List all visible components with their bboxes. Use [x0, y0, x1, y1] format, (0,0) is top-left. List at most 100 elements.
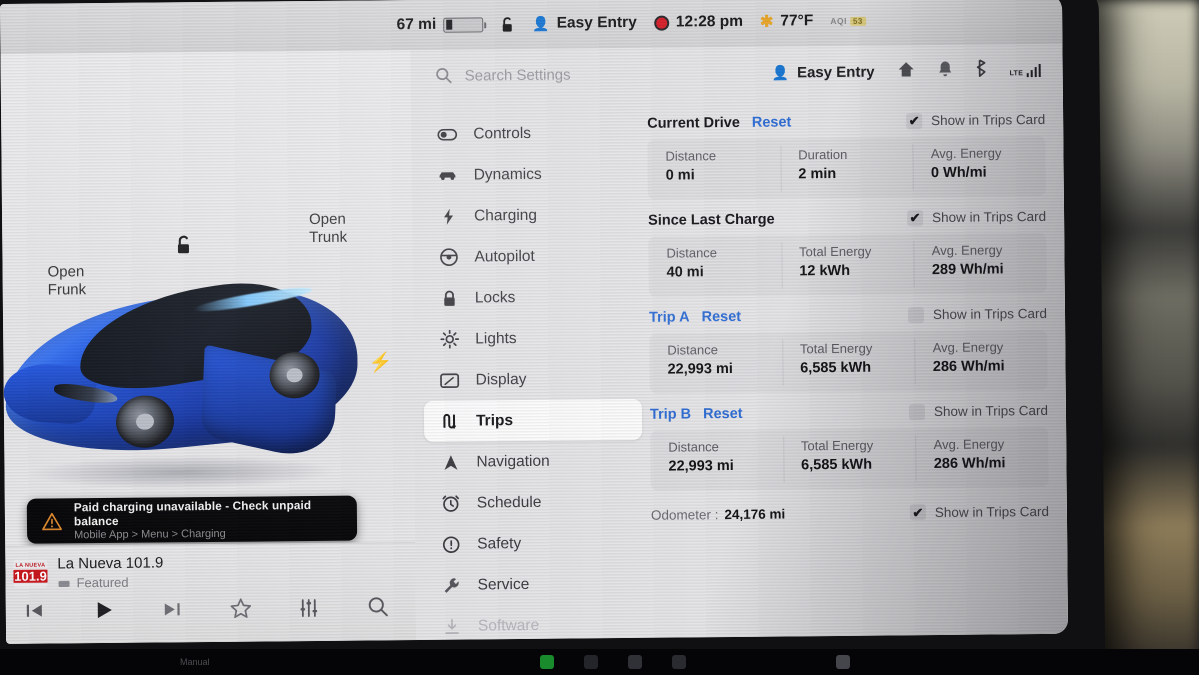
settings-header-icons: 👤 Easy Entry LTE [771, 58, 1041, 85]
next-track-button[interactable] [161, 599, 183, 619]
sidebar-item-navigation[interactable]: Navigation [424, 440, 642, 483]
show-in-trips-card-toggle[interactable]: ✔ Show in Trips Card [909, 503, 1049, 521]
display-icon [440, 372, 460, 388]
driver-profile[interactable]: 👤 Easy Entry [532, 14, 637, 33]
favorite-star-button[interactable] [228, 597, 252, 620]
show-in-trips-card-toggle[interactable]: ✔ Show in Trips Card [906, 111, 1045, 129]
photo-of-tesla-touchscreen: 67 mi 👤 Easy Entry 12:28 pm ✱ 77°F AQI 5… [0, 0, 1199, 675]
sidebar-item-label: Schedule [476, 493, 542, 511]
sidebar-item-label: Locks [474, 288, 516, 306]
sidebar-item-schedule[interactable]: Schedule [425, 481, 643, 524]
search-placeholder: Search Settings [464, 66, 571, 85]
search-media-button[interactable] [366, 595, 390, 618]
os-taskbar-label: Manual [180, 657, 210, 667]
stat-label: Avg. Energy [931, 242, 1003, 259]
settings-sidebar: Controls Dynamics Charging Autopilot Loc… [411, 100, 644, 640]
bolt-icon [438, 207, 458, 225]
show-in-trips-card-toggle[interactable]: ✔ Show in Trips Card [906, 208, 1046, 226]
vehicle-3d-render[interactable] [0, 265, 379, 529]
taskbar-icon-green[interactable] [539, 655, 554, 669]
stat-cell: Avg. Energy 286 Wh/mi [915, 330, 1048, 391]
taskbar-icon-app[interactable] [583, 655, 598, 669]
section-title[interactable]: Trip B [650, 406, 691, 422]
checkbox-unchecked: ✔ [908, 403, 925, 420]
previous-track-button[interactable] [24, 600, 46, 620]
sidebar-item-label: Navigation [476, 452, 550, 470]
sidebar-item-label: Display [475, 370, 527, 388]
aqi-badge[interactable]: AQI 53 [830, 16, 866, 26]
open-trunk-button[interactable]: Open Trunk [309, 211, 347, 248]
tesla-touchscreen: 67 mi 👤 Easy Entry 12:28 pm ✱ 77°F AQI 5… [0, 0, 1069, 644]
stat-value: 40 mi [666, 264, 704, 281]
battery-icon [443, 16, 484, 33]
section-title[interactable]: Trip A [649, 309, 690, 325]
range-indicator[interactable]: 67 mi [396, 15, 484, 34]
checkbox-checked: ✔ [906, 112, 923, 129]
checkbox-label: Show in Trips Card [934, 503, 1049, 520]
sidebar-item-trips[interactable]: Trips [423, 398, 643, 442]
sidebar-item-charging[interactable]: Charging [422, 194, 640, 237]
alert-title: Paid charging unavailable - Check unpaid… [73, 498, 312, 529]
header-driver-profile-label: Easy Entry [796, 63, 875, 81]
bluetooth-icon[interactable] [974, 59, 987, 83]
light-icon [439, 329, 459, 349]
sidebar-item-software[interactable]: Software [426, 604, 644, 644]
clock[interactable]: 12:28 pm [653, 12, 744, 32]
stat-cell: Duration 2 min [780, 137, 913, 198]
sidebar-item-label: Dynamics [473, 165, 542, 183]
taskbar-icon-file[interactable] [627, 655, 642, 669]
car-icon [438, 169, 458, 182]
unlock-icon[interactable] [500, 16, 515, 33]
sidebar-item-lights[interactable]: Lights [423, 317, 641, 360]
play-button[interactable] [91, 598, 115, 620]
cellular-signal-icon[interactable]: LTE [1010, 63, 1041, 77]
sidebar-item-controls[interactable]: Controls [421, 112, 639, 155]
time-label: 12:28 pm [675, 12, 744, 31]
sidebar-item-dynamics[interactable]: Dynamics [421, 153, 639, 196]
stat-cell: Distance 22,993 mi [649, 333, 782, 394]
sidebar-item-safety[interactable]: Safety [425, 522, 643, 565]
search-icon [436, 68, 452, 84]
stat-card: Distance 22,993 mi Total Energy 6,585 kW… [649, 329, 1048, 394]
show-in-trips-card-toggle[interactable]: ✔ Show in Trips Card [908, 402, 1048, 420]
stat-label: Avg. Energy [930, 145, 1002, 162]
clock-icon [441, 494, 461, 513]
stat-value: 12 kWh [799, 262, 851, 280]
sidebar-item-locks[interactable]: Locks [423, 276, 641, 319]
settings-header: Search Settings 👤 Easy Entry LTE [410, 44, 1062, 102]
home-icon[interactable] [896, 60, 915, 83]
media-subtitle-row: Featured [57, 574, 163, 590]
reset-button[interactable]: Reset [703, 405, 743, 421]
reset-button[interactable]: Reset [702, 308, 742, 324]
reset-button[interactable]: Reset [752, 114, 792, 130]
driver-profile-label: Easy Entry [556, 13, 637, 32]
sidebar-item-autopilot[interactable]: Autopilot [422, 235, 640, 278]
show-in-trips-card-toggle[interactable]: ✔ Show in Trips Card [907, 305, 1047, 323]
toggle-icon [437, 128, 458, 141]
equalizer-button[interactable] [298, 596, 320, 618]
media-title: La Nueva 101.9 [57, 554, 164, 573]
section-title: Since Last Charge [648, 211, 775, 229]
stat-value: 286 Wh/mi [933, 455, 1006, 473]
volume-icon[interactable] [835, 655, 850, 669]
unlock-icon[interactable] [174, 234, 194, 261]
record-dot-icon [653, 15, 669, 31]
charging-alert-toast[interactable]: Paid charging unavailable - Check unpaid… [26, 495, 358, 544]
search-settings-input[interactable]: Search Settings [435, 64, 760, 85]
aqi-label: AQI [830, 15, 847, 27]
section-trip-a: Trip A Reset ✔ Show in Trips Card Distan… [649, 300, 1048, 394]
section-header: Current Drive Reset ✔ Show in Trips Card [647, 106, 1045, 137]
sidebar-item-service[interactable]: Service [425, 563, 643, 606]
stat-card: Distance 40 mi Total Energy 12 kWh Avg. … [648, 232, 1047, 297]
temperature-label: 77°F [780, 12, 814, 30]
weather[interactable]: ✱ 77°F [760, 11, 814, 32]
media-now-playing[interactable]: LA NUEVA 101.9 La Nueva 101.9 Featured [5, 543, 415, 591]
header-driver-profile[interactable]: 👤 Easy Entry [772, 63, 875, 81]
sidebar-item-display[interactable]: Display [423, 358, 641, 401]
taskbar-icon-video[interactable] [671, 655, 686, 669]
stat-label: Distance [667, 342, 719, 358]
bell-icon[interactable] [937, 59, 952, 82]
wrench-icon [442, 576, 462, 594]
section-header: Trip A Reset ✔ Show in Trips Card [649, 300, 1047, 331]
stat-label: Distance [666, 245, 718, 261]
